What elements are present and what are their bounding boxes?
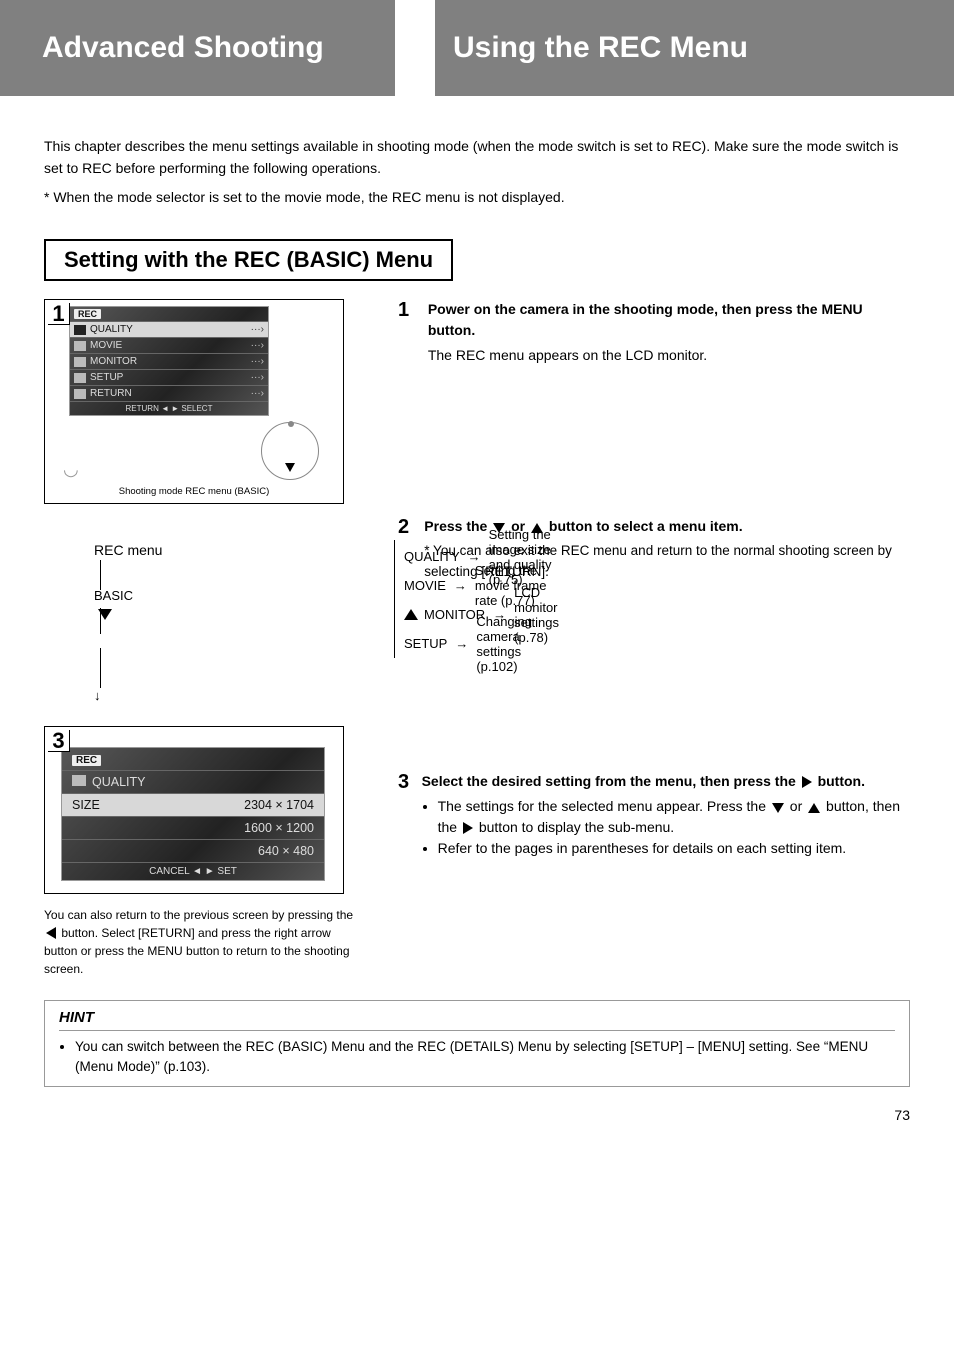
lcd2-size-row-2: 1600 × 1200 — [62, 816, 324, 839]
banner-right: Using the REC Menu — [435, 0, 954, 96]
monitor-icon — [74, 357, 86, 367]
intro-block: This chapter describes the menu settings… — [44, 136, 910, 209]
step-3-b1b: or — [786, 798, 806, 814]
tree-setup: SETUP — [404, 636, 447, 651]
lcd-header: REC — [70, 307, 268, 321]
lens-icon: ◡ — [63, 459, 79, 480]
menu-label: QUALITY — [90, 324, 133, 335]
menu-row-quality: QUALITY···› — [70, 321, 268, 337]
menu-row-monitor: MONITOR···› — [70, 353, 268, 369]
step-3-b1d: button to display the sub-menu. — [475, 819, 674, 835]
step-3-head-a: Select the desired setting from the menu… — [422, 773, 800, 789]
page-number: 73 — [44, 1107, 910, 1123]
movie-icon — [74, 341, 86, 351]
hint-item: You can switch between the REC (BASIC) M… — [75, 1037, 895, 1078]
hint-box: HINT You can switch between the REC (BAS… — [44, 1000, 910, 1087]
menu-label: RETURN — [90, 388, 132, 399]
step-3-bullet-1: The settings for the selected menu appea… — [438, 796, 910, 838]
triangle-left-icon — [46, 927, 56, 939]
intro-note: * When the mode selector is set to the m… — [44, 187, 910, 209]
tree-quality: QUALITY — [404, 549, 460, 564]
menu-label: MONITOR — [90, 356, 137, 367]
triangle-up-icon — [404, 609, 418, 620]
intro-paragraph: This chapter describes the menu settings… — [44, 136, 910, 179]
size-value-2: 1600 × 1200 — [244, 821, 314, 835]
screenshot-1-caption: Shooting mode REC menu (BASIC) — [51, 486, 337, 497]
size-value-1: 2304 × 1704 — [244, 798, 314, 812]
lcd2-footer: CANCEL ◄ ► SET — [62, 862, 324, 880]
step-3-body: Select the desired setting from the menu… — [422, 771, 910, 859]
step-1-body: Power on the camera in the shooting mode… — [428, 299, 910, 366]
lcd2-quality-label: QUALITY — [92, 775, 146, 789]
return-icon — [74, 389, 86, 399]
rec-badge: REC — [72, 755, 101, 766]
menu-tree: REC menu BASIC ↓ QUALITY→Setting the ima… — [44, 542, 364, 722]
screenshot-1-tag: 1 — [48, 303, 70, 325]
lcd2-size-row-3: 640 × 480 — [62, 839, 324, 862]
quality-icon — [74, 325, 86, 335]
left-note-b: button. Select [RETURN] and press the ri… — [44, 926, 350, 976]
dial-arrow-icon — [285, 463, 295, 472]
menu-row-setup: SETUP···› — [70, 369, 268, 385]
left-note: You can also return to the previous scre… — [44, 906, 364, 978]
step-1-number: 1 — [398, 299, 418, 366]
tree-basic: BASIC — [94, 588, 162, 603]
size-value-3: 640 × 480 — [258, 844, 314, 858]
tree-root: REC menu — [94, 542, 162, 558]
menu-row-movie: MOVIE···› — [70, 337, 268, 353]
step-3-b1a: The settings for the selected menu appea… — [438, 798, 770, 814]
triangle-down-icon — [772, 803, 784, 813]
left-note-a: You can also return to the previous scre… — [44, 908, 353, 922]
lcd2-quality-row: QUALITY — [62, 770, 324, 793]
top-banner: Advanced Shooting Using the REC Menu — [0, 0, 954, 96]
banner-gap — [395, 0, 435, 96]
step-3-head: Select the desired setting from the menu… — [422, 771, 910, 792]
step-3-number: 3 — [398, 771, 412, 859]
banner-left: Advanced Shooting — [0, 0, 395, 96]
dial-pad-icon — [261, 422, 319, 480]
camera-lcd-2: REC QUALITY SIZE2304 × 1704 1600 × 1200 … — [61, 747, 325, 881]
step-2-head-a: Press the — [424, 518, 491, 534]
quality-icon — [72, 775, 86, 786]
step-1-head: Power on the camera in the shooting mode… — [428, 299, 910, 341]
triangle-up-icon — [808, 803, 820, 813]
camera-lcd-1: REC QUALITY···› MOVIE···› MONITOR···› SE… — [69, 306, 269, 416]
tree-setup-desc: Changing camera settings (p.102) — [476, 614, 559, 674]
step-3-bullet-2: Refer to the pages in parentheses for de… — [438, 838, 910, 859]
setup-icon — [74, 373, 86, 383]
dial-pin-icon — [288, 421, 294, 427]
triangle-right-icon — [802, 776, 812, 788]
screenshot-1: 1 REC QUALITY···› MOVIE···› MONITOR···› … — [44, 299, 344, 504]
rec-badge: REC — [74, 309, 101, 319]
lcd2-size-row-1: SIZE 2304 × 1704 — [62, 793, 324, 816]
section-heading: Setting with the REC (BASIC) Menu — [44, 239, 453, 281]
size-label: SIZE — [72, 798, 100, 812]
lcd-footer: RETURN ◄ ► SELECT — [70, 401, 268, 415]
step-3-head-b: button. — [814, 773, 865, 789]
hint-heading: HINT — [59, 1009, 895, 1031]
triangle-right-icon — [463, 822, 473, 834]
step-2-head-c: button to select a menu item. — [545, 518, 743, 534]
screenshot-2: 3 REC QUALITY SIZE 2304 × 1704 1600 × 120… — [44, 726, 344, 894]
lcd2-header: REC — [62, 748, 324, 770]
screenshot-2-tag: 3 — [48, 730, 70, 752]
tree-movie: MOVIE — [404, 578, 446, 593]
menu-label: MOVIE — [90, 340, 122, 351]
step-1-text: The REC menu appears on the LCD monitor. — [428, 345, 910, 366]
menu-row-return: RETURN···› — [70, 385, 268, 401]
menu-label: SETUP — [90, 372, 123, 383]
